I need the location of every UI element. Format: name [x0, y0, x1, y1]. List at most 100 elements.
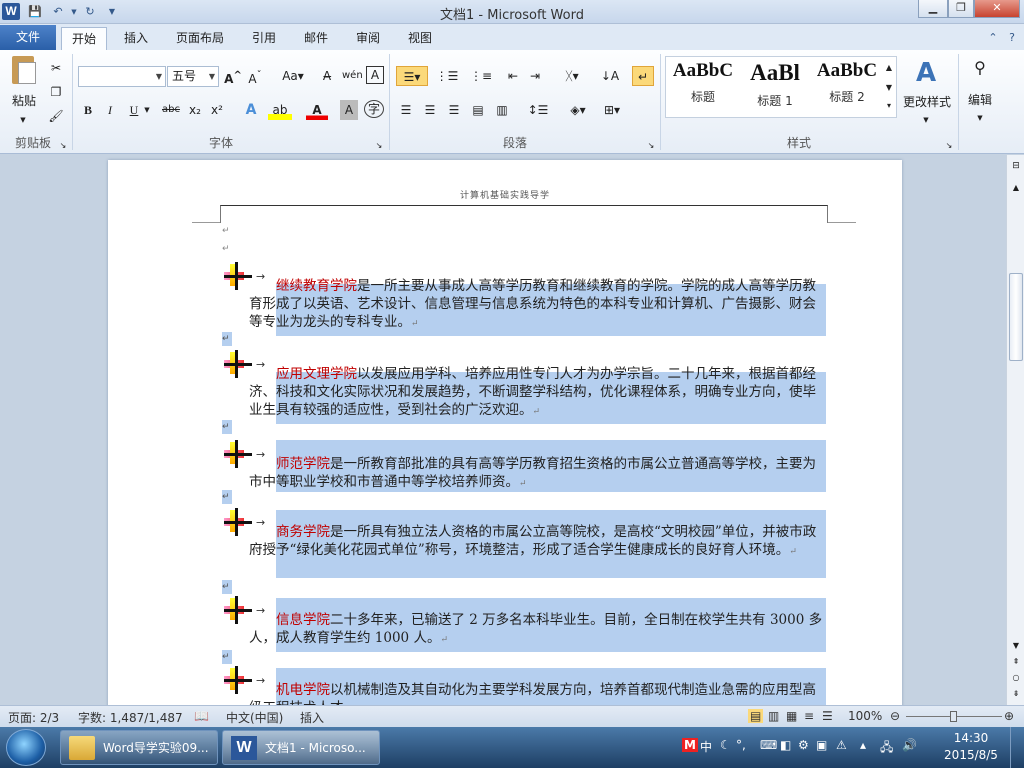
list-paragraph[interactable]: 应用文理学院以发展应用学科、培养应用性专门人才为办学宗旨。二十几年来，根据首都经…	[249, 365, 827, 421]
zoom-out-icon[interactable]: ⊖	[890, 709, 900, 723]
list-paragraph[interactable]: 机电学院以机械制造及其自动化为主要学科发展方向，培养首都现代制造业急需的应用型高…	[249, 681, 827, 705]
italic-button[interactable]: I	[102, 100, 118, 120]
zoom-level[interactable]: 100%	[848, 709, 882, 723]
line-spacing-icon[interactable]: ↕☰	[524, 100, 552, 120]
taskbar-item-folder[interactable]: Word导学实验09...	[60, 730, 218, 765]
volume-icon[interactable]: 🔊	[902, 738, 917, 752]
distributed-icon[interactable]: ▥	[492, 100, 512, 120]
highlight-icon[interactable]: ab	[268, 100, 292, 120]
decrease-indent-icon[interactable]: ⇤	[504, 66, 522, 86]
styles-launcher-icon[interactable]: ↘	[944, 136, 954, 156]
vertical-scrollbar[interactable]: ⊟ ▲ ▼ ⇞ ○ ⇟	[1006, 155, 1024, 705]
paste-button[interactable]: 粘贴	[6, 91, 42, 111]
align-right-icon[interactable]: ☰	[444, 100, 464, 120]
zoom-in-icon[interactable]: ⊕	[1004, 709, 1014, 723]
clock-date[interactable]: 2015/8/5	[938, 748, 1004, 762]
punctuation-icon[interactable]: °,	[736, 738, 746, 752]
minimize-button[interactable]: ▁	[918, 0, 948, 18]
format-painter-icon[interactable]: 🖌	[46, 106, 66, 126]
edit-button[interactable]: 编辑	[962, 90, 998, 110]
tab-file[interactable]: 文件	[0, 25, 56, 50]
tab-home[interactable]: 开始	[61, 27, 108, 50]
outline-icon[interactable]: ≡	[804, 709, 814, 723]
phonetic-guide-icon[interactable]: wén	[342, 66, 363, 86]
show-marks-button[interactable]: ↵	[632, 66, 654, 86]
tab-view[interactable]: 视图	[398, 27, 442, 50]
character-shading-icon[interactable]: A	[340, 100, 358, 120]
ime-logo-icon[interactable]: M	[682, 738, 698, 752]
settings-icon[interactable]: ⚙	[798, 738, 809, 752]
show-hidden-icons[interactable]: ▴	[860, 738, 866, 752]
zoom-slider-thumb[interactable]	[950, 711, 957, 722]
edit-dropdown-icon[interactable]: ▼	[975, 108, 985, 128]
shading-icon[interactable]: ◈▾	[564, 100, 592, 120]
insert-mode[interactable]: 插入	[300, 709, 324, 726]
help-icon[interactable]: ?	[1004, 30, 1020, 46]
print-layout-icon[interactable]: ▤	[748, 709, 764, 723]
draft-icon[interactable]: ☰	[822, 709, 833, 723]
clear-formatting-icon[interactable]: A̶	[318, 66, 336, 86]
numbering-icon[interactable]: ⋮☰	[432, 66, 462, 86]
subscript-button[interactable]: x₂	[186, 100, 204, 120]
style-heading1[interactable]: AaBl 标题 1	[740, 60, 810, 110]
scroll-thumb[interactable]	[1009, 273, 1023, 361]
select-browse-object-icon[interactable]: ○	[1010, 673, 1022, 685]
font-launcher-icon[interactable]: ↘	[374, 136, 384, 156]
page-count[interactable]: 页面: 2/3	[8, 709, 59, 726]
show-desktop-button[interactable]	[1010, 727, 1024, 768]
font-size-combo[interactable]: 五号 ▼	[167, 66, 219, 87]
next-page-icon[interactable]: ⇟	[1010, 689, 1022, 701]
proofing-icon[interactable]: 📖	[194, 709, 209, 723]
clock-time[interactable]: 14:30	[946, 731, 996, 745]
style-title[interactable]: AaBbC 标题	[668, 60, 738, 110]
moon-icon[interactable]: ☾	[720, 738, 731, 752]
network-icon[interactable]: 🖧	[880, 738, 893, 759]
paragraph-launcher-icon[interactable]: ↘	[646, 136, 656, 156]
align-left-icon[interactable]: ☰	[396, 100, 416, 120]
bullets-button[interactable]: ☰▾	[396, 66, 428, 86]
language-indicator[interactable]: 中文(中国)	[226, 709, 283, 726]
list-paragraph[interactable]: 继续教育学院是一所主要从事成人高等学历教育和继续教育的学院。学院的成人高等学历教…	[249, 277, 827, 333]
list-paragraph[interactable]: 商务学院是一所具有独立法人资格的市属公立高等院校，是高校“文明校园”单位，并被市…	[249, 523, 827, 561]
minimize-ribbon-icon[interactable]: ⌃	[985, 30, 1001, 46]
text-effects-icon[interactable]: A	[240, 100, 262, 120]
close-button[interactable]: ✕	[974, 0, 1020, 18]
keyboard-icon[interactable]: ⌨	[760, 738, 777, 752]
increase-indent-icon[interactable]: ⇥	[526, 66, 544, 86]
previous-page-icon[interactable]: ⇞	[1010, 657, 1022, 669]
justify-icon[interactable]: ▤	[468, 100, 488, 120]
change-styles-button[interactable]: 更改样式	[900, 92, 954, 112]
style-heading2[interactable]: AaBbC 标题 2	[812, 60, 882, 110]
font-name-combo[interactable]: ▼	[78, 66, 166, 87]
binoculars-icon[interactable]: ⚲	[968, 58, 992, 82]
ime-mode[interactable]: 中	[700, 738, 712, 755]
change-case-icon[interactable]: Aa▾	[280, 66, 306, 86]
chinese-layout-icon[interactable]: ᚷ▾	[560, 66, 584, 86]
maximize-button[interactable]: ❐	[948, 0, 974, 18]
strikethrough-button[interactable]: abc	[160, 100, 182, 120]
multilevel-list-icon[interactable]: ⋮≡	[466, 66, 496, 86]
tab-mailings[interactable]: 邮件	[294, 27, 338, 50]
start-button[interactable]	[6, 729, 46, 766]
tab-review[interactable]: 审阅	[346, 27, 390, 50]
bold-button[interactable]: B	[80, 100, 96, 120]
cut-icon[interactable]: ✂	[46, 58, 66, 78]
web-layout-icon[interactable]: ▦	[786, 709, 797, 723]
scroll-down-icon[interactable]: ▼	[1010, 641, 1022, 653]
styles-scroll-down-icon[interactable]: ▼	[883, 78, 895, 96]
change-styles-dropdown-icon[interactable]: ▼	[920, 110, 932, 130]
clipboard-launcher-icon[interactable]: ↘	[58, 136, 68, 156]
sort-icon[interactable]: ↓A	[600, 66, 620, 86]
document-page[interactable]: 计算机基础实践导学 ↵ ↵ ↵ ↵ ↵ ↵ ↵ → 继续教育学院是一所主要从事成…	[108, 160, 902, 705]
scroll-up-icon[interactable]: ▲	[1010, 183, 1022, 195]
list-paragraph[interactable]: 师范学院是一所教育部批准的具有高等学历教育招生资格的市属公立普通高等学校，主要为…	[249, 455, 827, 493]
character-border-icon[interactable]: A	[366, 66, 384, 84]
paste-dropdown-icon[interactable]: ▼	[18, 110, 28, 130]
full-screen-reading-icon[interactable]: ▥	[768, 709, 779, 723]
copy-icon[interactable]: ❐	[46, 82, 66, 102]
tray-icon[interactable]: ⚠	[836, 738, 847, 752]
borders-icon[interactable]: ⊞▾	[598, 100, 626, 120]
tab-references[interactable]: 引用	[242, 27, 286, 50]
align-center-icon[interactable]: ☰	[420, 100, 440, 120]
paste-icon[interactable]	[8, 54, 40, 88]
